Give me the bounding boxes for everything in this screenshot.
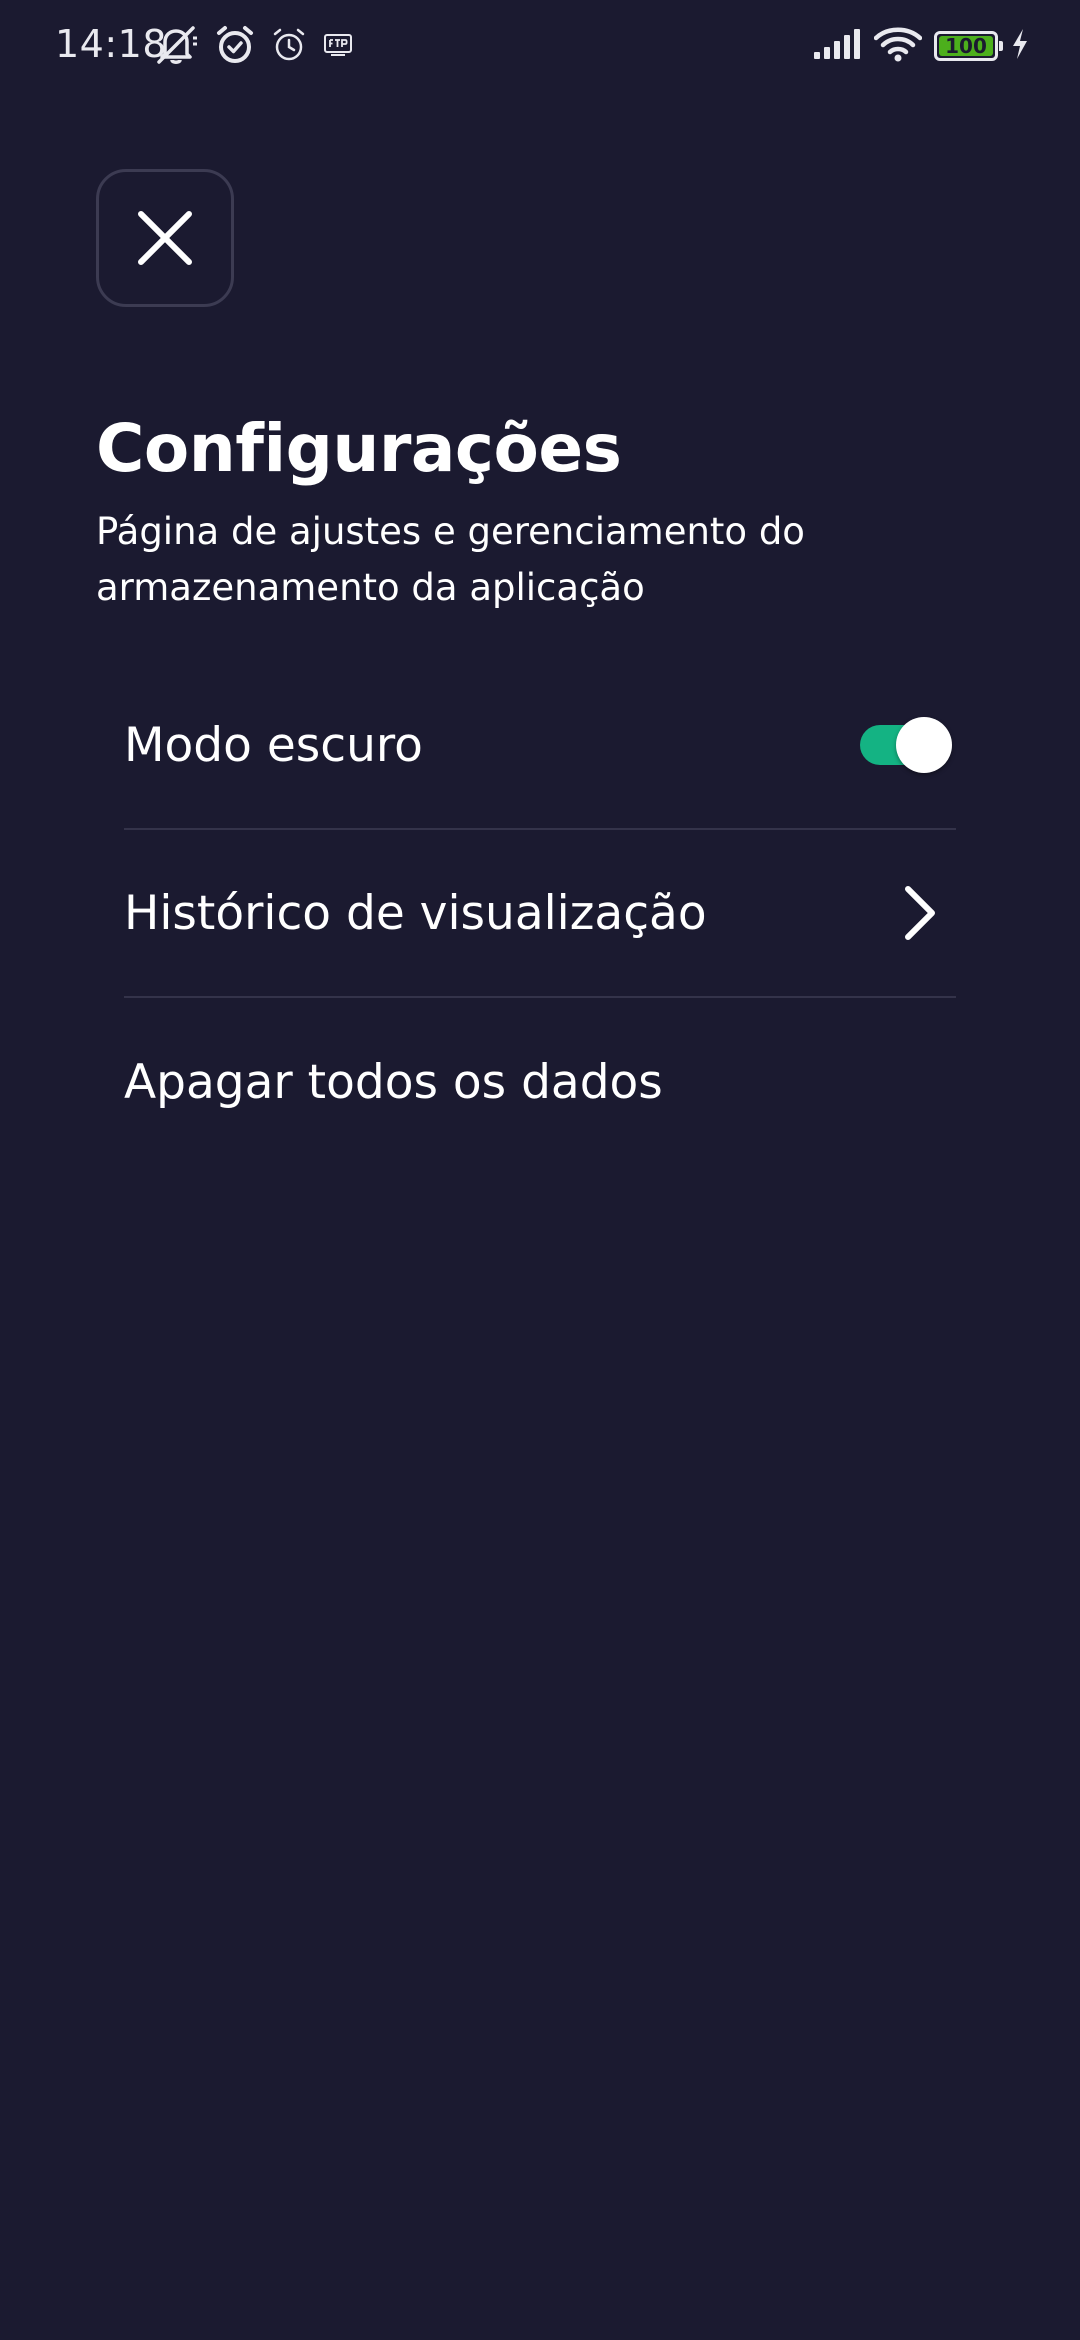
- close-icon: [138, 211, 192, 265]
- ftp-icon: [323, 32, 353, 62]
- settings-screen: 14:18 100 Configurações Página de ajuste…: [0, 0, 1080, 2340]
- chevron-right-icon: [905, 886, 935, 940]
- settings-row-delete-all-data[interactable]: Apagar todos os dados: [124, 998, 956, 1166]
- close-button[interactable]: [96, 169, 234, 307]
- battery-tip: [999, 41, 1003, 51]
- status-notification-icons: [153, 24, 353, 70]
- settings-row-view-history[interactable]: Histórico de visualização: [124, 830, 956, 998]
- bell-off-icon: [153, 24, 199, 70]
- dark-mode-toggle[interactable]: [860, 717, 952, 773]
- battery-icon: 100: [934, 31, 1003, 61]
- delete-all-data-label: Apagar todos os dados: [124, 1054, 663, 1110]
- status-bar: 14:18 100: [0, 0, 1080, 92]
- settings-list: Modo escuro Histórico de visualização Ap…: [124, 662, 956, 1166]
- battery-level: 100: [939, 36, 993, 56]
- charging-icon: [1010, 28, 1030, 64]
- signal-icon: [812, 28, 862, 64]
- toggle-thumb: [896, 717, 952, 773]
- page-subtitle: Página de ajustes e gerenciamento do arm…: [96, 510, 805, 609]
- status-time: 14:18: [55, 22, 168, 66]
- page-title: Configurações: [96, 410, 622, 487]
- alarm-outline-icon: [271, 26, 307, 68]
- alarm-icon: [215, 24, 255, 70]
- dark-mode-label: Modo escuro: [124, 717, 423, 773]
- wifi-icon: [873, 26, 923, 66]
- view-history-label: Histórico de visualização: [124, 885, 707, 941]
- settings-row-dark-mode[interactable]: Modo escuro: [124, 662, 956, 830]
- status-system-icons: 100: [812, 26, 1030, 66]
